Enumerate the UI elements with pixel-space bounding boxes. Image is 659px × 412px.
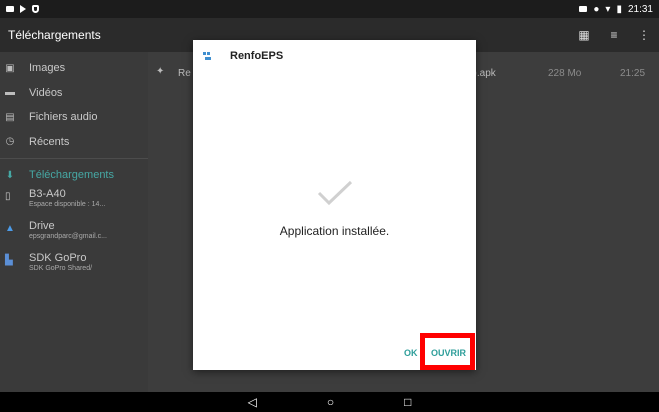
device-detail: Espace disponible : 14...: [29, 200, 106, 208]
shield-icon: [32, 5, 39, 13]
file-name: Re: [178, 68, 191, 79]
sidebar-item-device[interactable]: ▯ B3-A40 Espace disponible : 14...: [0, 188, 148, 220]
battery-icon: ▮: [616, 3, 622, 15]
sidebar-item-label: Récents: [29, 135, 70, 148]
drive-name: Drive: [29, 219, 55, 232]
clock-text: 21:31: [627, 3, 653, 15]
sidebar-item-label: Téléchargements: [29, 169, 114, 182]
dnd-icon: ●: [593, 3, 600, 15]
ok-button[interactable]: OK: [404, 348, 418, 358]
sort-icon[interactable]: ≡: [607, 28, 621, 42]
back-icon[interactable]: ◁: [248, 395, 257, 409]
notification-icon: [6, 6, 14, 12]
checkmark-icon: [317, 180, 353, 206]
sidebar-item-label: Fichiers audio: [29, 111, 98, 124]
sidebar-item-downloads[interactable]: ⬇ Téléchargements: [0, 163, 148, 188]
install-dialog: RenfoEPS Application installée. OK OUVRI…: [193, 40, 476, 370]
home-icon[interactable]: ○: [327, 395, 334, 409]
image-icon: ▣: [5, 62, 15, 74]
install-message: Application installée.: [279, 224, 390, 238]
download-icon: ⬇: [5, 169, 15, 181]
cast-icon: [579, 6, 588, 12]
more-icon[interactable]: ⋮: [637, 28, 651, 42]
page-title: Téléchargements: [8, 28, 101, 42]
sidebar: ▣ Images ▬ Vidéos ▤ Fichiers audio ◷ Réc…: [0, 52, 148, 392]
drive-icon: ▲: [5, 222, 15, 234]
app-name: RenfoEPS: [230, 50, 284, 62]
drive-detail: epsgrandparc@gmail.c...: [29, 232, 107, 240]
wifi-icon: ▾: [605, 3, 611, 15]
android-icon: ✦: [156, 66, 165, 77]
sidebar-item-label: Images: [29, 62, 66, 75]
file-time: 21:25: [620, 68, 646, 79]
file-size: 228 Mo: [548, 68, 582, 79]
sidebar-item-videos[interactable]: ▬ Vidéos: [0, 81, 148, 106]
gopro-detail: SDK GoPro Shared/: [29, 264, 93, 272]
gopro-icon: ▙: [5, 254, 13, 266]
device-name: B3-A40: [29, 187, 66, 200]
sidebar-item-audio[interactable]: ▤ Fichiers audio: [0, 105, 148, 130]
play-notification-icon: [20, 5, 26, 13]
app-icon: [203, 51, 212, 61]
grid-view-icon[interactable]: ▦: [577, 28, 591, 42]
sidebar-item-gopro[interactable]: ▙ SDK GoPro SDK GoPro Shared/: [0, 252, 148, 284]
video-icon: ▬: [5, 87, 15, 99]
gopro-name: SDK GoPro: [29, 251, 87, 264]
tablet-icon: ▯: [5, 190, 11, 202]
highlight-box: [420, 333, 475, 370]
recents-icon[interactable]: □: [404, 395, 411, 409]
sidebar-item-recents[interactable]: ◷ Récents: [0, 130, 148, 155]
sidebar-item-images[interactable]: ▣ Images: [0, 56, 148, 81]
navigation-bar: ◁ ○ □: [0, 392, 659, 412]
clock-icon: ◷: [5, 136, 15, 148]
status-bar: ● ▾ ▮ 21:31: [0, 0, 659, 18]
audio-icon: ▤: [5, 111, 15, 123]
sidebar-item-label: Vidéos: [29, 86, 63, 99]
sidebar-item-drive[interactable]: ▲ Drive epsgrandparc@gmail.c...: [0, 220, 148, 252]
divider: [0, 158, 148, 159]
